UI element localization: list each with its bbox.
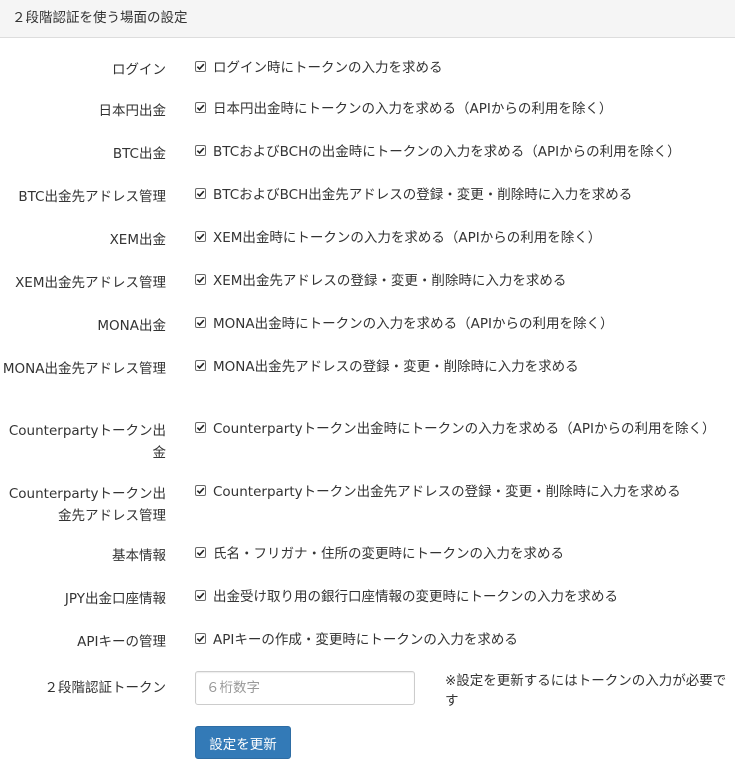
setting-label: XEM出金 [109, 232, 166, 248]
checkbox-checked-icon[interactable] [195, 274, 206, 285]
setting-description: 氏名・フリガナ・住所の変更時にトークンの入力を求める [213, 546, 564, 562]
update-settings-button[interactable]: 設定を更新 [195, 726, 291, 759]
setting-description: BTCおよびBCHの出金時にトークンの入力を求める（APIからの利用を除く） [213, 144, 681, 160]
setting-description: Counterpartyトークン出金時にトークンの入力を求める（APIからの利用… [213, 421, 716, 437]
panel-title: ２段階認証を使う場面の設定 [12, 10, 188, 26]
setting-label: APIキーの管理 [77, 634, 166, 650]
setting-description: Counterpartyトークン出金先アドレスの登録・変更・削除時に入力を求める [213, 484, 681, 500]
token-row: ２段階認証トークン ※設定を更新するにはトークンの入力が必要です [0, 671, 735, 709]
setting-checkbox-btc-withdrawal[interactable]: BTCおよびBCHの出金時にトークンの入力を求める（APIからの利用を除く） [195, 141, 729, 163]
setting-description: BTCおよびBCH出金先アドレスの登録・変更・削除時に入力を求める [213, 187, 633, 203]
setting-label: BTC出金先アドレス管理 [18, 189, 166, 205]
checkbox-checked-icon[interactable] [195, 633, 206, 644]
checkbox-checked-icon[interactable] [195, 590, 206, 601]
setting-description: ログイン時にトークンの入力を求める [213, 60, 443, 76]
setting-label: BTC出金 [112, 146, 166, 162]
setting-description: XEM出金時にトークンの入力を求める（APIからの利用を除く） [213, 230, 602, 246]
setting-label: JPY出金口座情報 [64, 591, 166, 607]
setting-description: MONA出金時にトークンの入力を求める（APIからの利用を除く） [213, 316, 614, 332]
setting-checkbox-counterparty-address[interactable]: Counterpartyトークン出金先アドレスの登録・変更・削除時に入力を求める [195, 481, 729, 503]
setting-description: XEM出金先アドレスの登録・変更・削除時に入力を求める [213, 273, 567, 289]
setting-description: MONA出金先アドレスの登録・変更・削除時に入力を求める [213, 359, 579, 375]
token-help-note: ※設定を更新するにはトークンの入力が必要です [445, 673, 727, 709]
setting-checkbox-xem-withdrawal[interactable]: XEM出金時にトークンの入力を求める（APIからの利用を除く） [195, 227, 729, 249]
setting-label: ログイン [112, 62, 166, 78]
setting-description: 日本円出金時にトークンの入力を求める（APIからの利用を除く） [213, 101, 613, 117]
checkbox-checked-icon[interactable] [195, 317, 206, 328]
setting-description: APIキーの作成・変更時にトークンの入力を求める [213, 632, 518, 648]
checkbox-checked-icon[interactable] [195, 145, 206, 156]
token-label: ２段階認証トークン [44, 680, 167, 696]
setting-checkbox-mona-address[interactable]: MONA出金先アドレスの登録・変更・削除時に入力を求める [195, 356, 729, 378]
setting-checkbox-btc-address[interactable]: BTCおよびBCH出金先アドレスの登録・変更・削除時に入力を求める [195, 184, 729, 206]
panel-heading: ２段階認証を使う場面の設定 [0, 0, 735, 38]
checkbox-checked-icon[interactable] [195, 547, 206, 558]
setting-checkbox-api-key[interactable]: APIキーの作成・変更時にトークンの入力を求める [195, 629, 729, 651]
checkbox-checked-icon[interactable] [195, 61, 206, 72]
setting-label: 基本情報 [112, 548, 166, 564]
checkbox-checked-icon[interactable] [195, 485, 206, 496]
setting-label: XEM出金先アドレス管理 [15, 275, 166, 291]
setting-label: Counterpartyトークン出金先アドレス管理 [8, 486, 166, 524]
setting-checkbox-xem-address[interactable]: XEM出金先アドレスの登録・変更・削除時に入力を求める [195, 270, 729, 292]
checkbox-checked-icon[interactable] [195, 360, 206, 371]
setting-label: 日本円出金 [98, 103, 167, 119]
setting-checkbox-mona-withdrawal[interactable]: MONA出金時にトークンの入力を求める（APIからの利用を除く） [195, 313, 729, 335]
setting-checkbox-jpy-withdrawal[interactable]: 日本円出金時にトークンの入力を求める（APIからの利用を除く） [195, 98, 729, 120]
checkbox-checked-icon[interactable] [195, 102, 206, 113]
setting-checkbox-counterparty-withdrawal[interactable]: Counterpartyトークン出金時にトークンの入力を求める（APIからの利用… [195, 418, 729, 440]
setting-label: MONA出金 [97, 318, 166, 334]
setting-checkbox-login[interactable]: ログイン時にトークンの入力を求める [195, 57, 729, 79]
setting-label: Counterpartyトークン出金 [8, 423, 166, 461]
token-input[interactable] [195, 671, 415, 705]
checkbox-checked-icon[interactable] [195, 422, 206, 433]
setting-checkbox-jpy-account[interactable]: 出金受け取り用の銀行口座情報の変更時にトークンの入力を求める [195, 586, 729, 608]
checkbox-checked-icon[interactable] [195, 231, 206, 242]
setting-label: MONA出金先アドレス管理 [2, 361, 166, 377]
checkbox-checked-icon[interactable] [195, 188, 206, 199]
setting-checkbox-basic-info[interactable]: 氏名・フリガナ・住所の変更時にトークンの入力を求める [195, 543, 729, 565]
setting-description: 出金受け取り用の銀行口座情報の変更時にトークンの入力を求める [213, 589, 618, 605]
